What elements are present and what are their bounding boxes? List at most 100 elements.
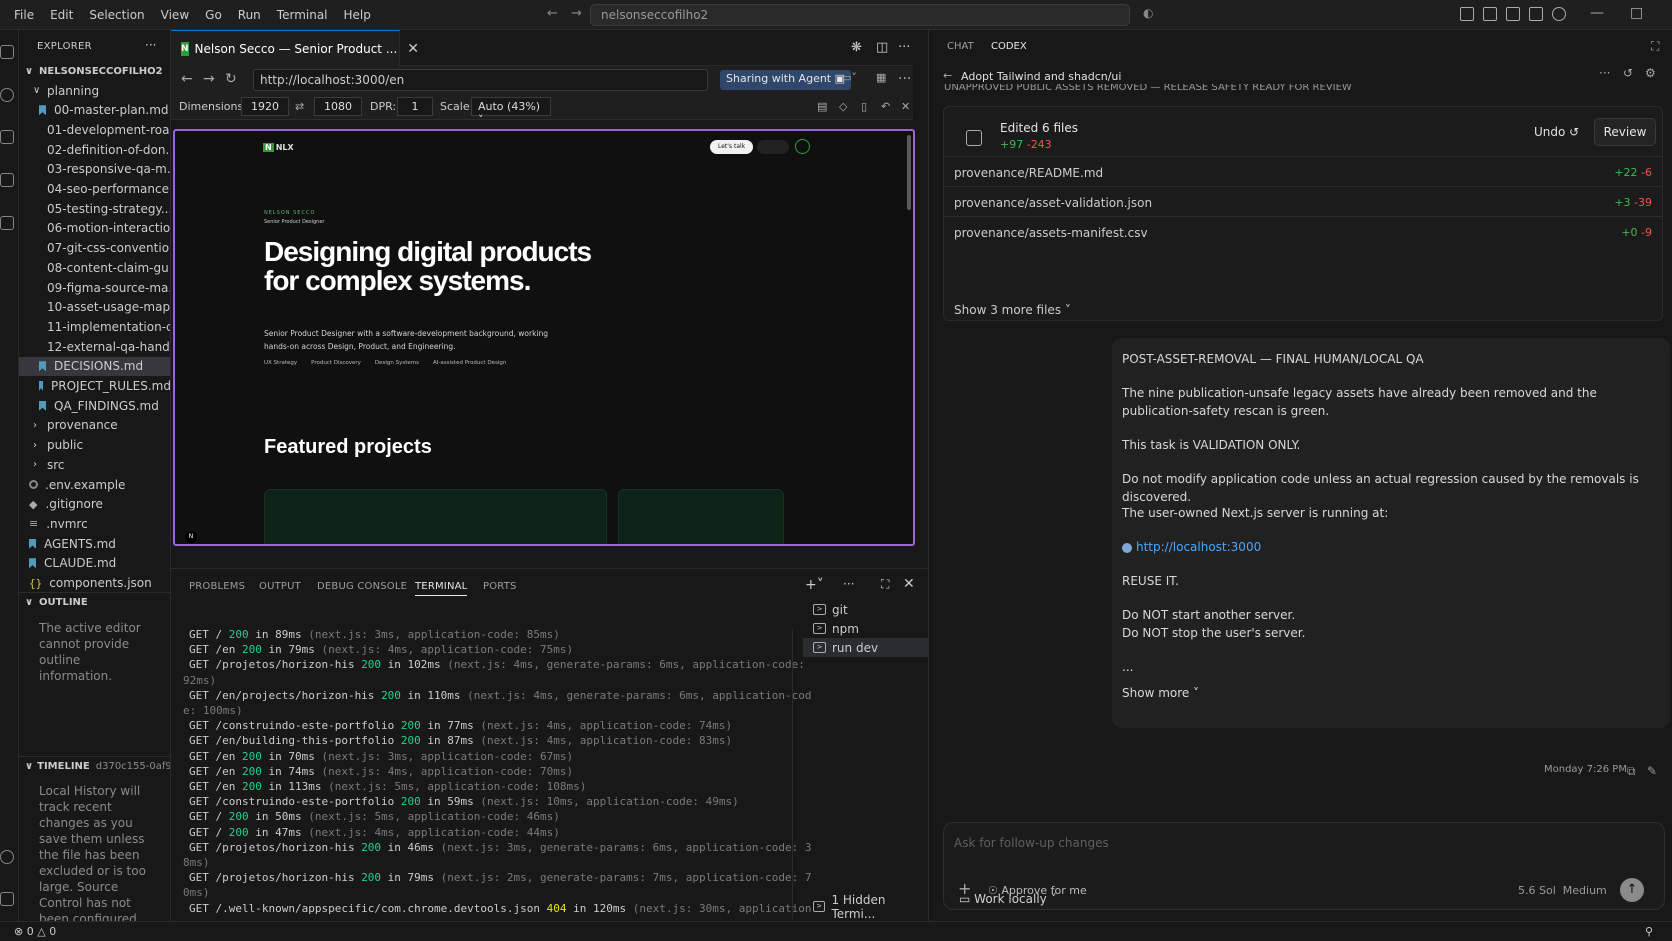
scale-select[interactable]: Auto (43%) ˅ <box>471 97 551 126</box>
edited-file-row[interactable]: provenance/assets-manifest.csv +0 -9 <box>944 216 1662 248</box>
terminal-output[interactable]: GET / 200 in 89ms (next.js: 3ms, applica… <box>183 627 812 916</box>
menu-terminal[interactable]: Terminal <box>269 8 336 22</box>
close-panel-icon[interactable]: ✕ <box>903 576 915 592</box>
tree-file[interactable]: ◆ .gitignore <box>19 495 170 514</box>
back-arrow-icon[interactable]: ← <box>547 6 558 21</box>
terminal-item-npm[interactable]: > npm <box>803 619 928 638</box>
tree-file[interactable]: 10-asset-usage-map.... <box>19 298 170 317</box>
menu-selection[interactable]: Selection <box>81 8 152 22</box>
tab-codex[interactable]: CODEX <box>991 41 1027 52</box>
follow-up-input[interactable] <box>954 833 1554 853</box>
lets-talk-button[interactable]: Let's talk <box>710 140 754 154</box>
tree-file[interactable]: 07-git-css-conventio... <box>19 239 170 258</box>
tree-file[interactable]: QA_FINDINGS.md <box>19 396 170 415</box>
tree-file[interactable]: 00-master-plan.md <box>19 101 170 120</box>
width-input[interactable]: 1920 <box>241 97 289 116</box>
more-actions-icon[interactable]: ··· <box>145 38 156 52</box>
back-icon[interactable]: ← <box>181 71 193 87</box>
edit-icon[interactable]: ✎ <box>1647 764 1657 778</box>
account-icon[interactable] <box>0 850 14 864</box>
localhost-link[interactable]: http://localhost:3000 <box>1136 540 1261 554</box>
sharing-with-agent-badge[interactable]: Sharing with Agent ▣ <box>720 70 852 90</box>
toggle-panel-icon[interactable] <box>1506 7 1520 21</box>
tab-terminal[interactable]: TERMINAL <box>415 581 468 596</box>
explorer-icon[interactable] <box>0 45 14 59</box>
height-input[interactable]: 1080 <box>314 97 362 116</box>
more-actions-icon[interactable]: ··· <box>898 71 911 87</box>
tree-file[interactable]: PROJECT_RULES.md <box>19 377 170 396</box>
outline-section[interactable]: ∨ OUTLINE <box>19 592 170 611</box>
terminal-item-git[interactable]: > git <box>803 600 928 619</box>
manage-gear-icon[interactable] <box>0 892 14 906</box>
expand-icon[interactable]: ⛶ <box>1651 39 1659 54</box>
split-editor-icon[interactable]: ◫ <box>876 40 888 55</box>
site-logo[interactable]: N NLX <box>263 143 294 152</box>
reload-icon[interactable]: ↻ <box>225 71 237 87</box>
language-toggle[interactable] <box>757 140 789 154</box>
source-control-icon[interactable] <box>0 130 14 144</box>
tree-file[interactable]: 09-figma-source-ma... <box>19 278 170 297</box>
maximize-panel-icon[interactable]: ⛶ <box>881 577 889 592</box>
tree-file[interactable]: 05-testing-strategy.... <box>19 199 170 218</box>
more-actions-icon[interactable]: ··· <box>843 577 854 591</box>
model-selector[interactable]: 5.6 Sol Medium <box>1518 884 1607 897</box>
run-debug-icon[interactable] <box>0 173 14 187</box>
tree-file[interactable]: 06-motion-interactio... <box>19 219 170 238</box>
tree-file[interactable]: 11-implementation-c... <box>19 317 170 336</box>
tree-file[interactable]: {} components.json <box>19 574 170 593</box>
globe-icon[interactable] <box>1552 7 1566 21</box>
tab-problems[interactable]: PROBLEMS <box>189 581 245 592</box>
tree-file[interactable]: CLAUDE.md <box>19 554 170 573</box>
tab-chat[interactable]: CHAT <box>947 41 974 52</box>
devtools-icon[interactable]: ▦ <box>876 71 886 84</box>
more-actions-icon[interactable]: ··· <box>1599 66 1610 80</box>
tree-file[interactable]: 08-content-claim-gu... <box>19 258 170 277</box>
nextjs-indicator-icon[interactable]: N <box>185 531 197 543</box>
toggle-sidebar-icon[interactable] <box>1483 7 1497 21</box>
tag-icon[interactable]: ◇ <box>839 100 847 113</box>
tree-file[interactable]: 03-responsive-qa-m... <box>19 160 170 179</box>
cast-icon[interactable]: ▭˅ <box>841 71 857 84</box>
maximize-icon[interactable]: □ <box>1630 5 1643 21</box>
notifications-icon[interactable]: ⚲ <box>1645 925 1653 938</box>
project-card[interactable] <box>264 489 607 544</box>
tab-ports[interactable]: PORTS <box>483 581 517 592</box>
undo-button[interactable]: Undo ↺ <box>1534 125 1579 139</box>
close-tab-icon[interactable]: ✕ <box>407 41 419 57</box>
command-center-search[interactable]: nelsonseccofilho2 <box>590 4 1130 26</box>
url-input[interactable]: http://localhost:3000/en <box>253 69 708 91</box>
tree-folder[interactable]: › public <box>19 436 170 455</box>
forward-icon[interactable]: → <box>203 71 215 87</box>
tree-file[interactable]: ≡ .nvmrc <box>19 514 170 533</box>
dpr-input[interactable]: 1 <box>397 97 433 116</box>
browser-preview[interactable]: N NLX Let's talk NELSON SECCO Senior Prod… <box>173 129 915 546</box>
menu-go[interactable]: Go <box>197 8 230 22</box>
extensions-icon[interactable] <box>0 216 14 230</box>
swap-dimensions-icon[interactable]: ⇄ <box>295 100 304 113</box>
tab-output[interactable]: OUTPUT <box>259 581 301 592</box>
tab-debug-console[interactable]: DEBUG CONSOLE <box>317 581 407 592</box>
copy-icon[interactable]: ⧉ <box>1627 764 1636 779</box>
tree-folder[interactable]: › src <box>19 455 170 474</box>
close-toolbar-icon[interactable]: ✕ <box>901 100 910 113</box>
show-more-files-button[interactable]: Show 3 more files ˅ <box>954 303 1071 317</box>
menu-help[interactable]: Help <box>336 8 379 22</box>
toggle-secondary-sidebar-icon[interactable] <box>1529 7 1543 21</box>
history-icon[interactable]: ↺ <box>1623 66 1633 80</box>
settings-gear-icon[interactable]: ⚙ <box>1645 66 1656 80</box>
more-actions-icon[interactable]: ··· <box>898 40 910 55</box>
search-icon[interactable] <box>0 88 14 102</box>
menu-run[interactable]: Run <box>230 8 269 22</box>
tree-file[interactable]: DECISIONS.md <box>19 356 170 376</box>
project-card[interactable] <box>618 489 784 544</box>
tree-folder[interactable]: › provenance <box>19 416 170 435</box>
show-more-button[interactable]: Show more ˅ <box>1122 684 1652 702</box>
device-icon[interactable]: ▯ <box>861 100 867 113</box>
agent-icon[interactable]: ❋ <box>851 40 862 55</box>
rotate-icon[interactable]: ↶ <box>881 100 890 113</box>
terminal-item-run-dev[interactable]: > run dev <box>803 638 928 657</box>
new-terminal-icon[interactable]: +˅ <box>805 577 824 593</box>
back-arrow-icon[interactable]: ← <box>943 69 952 82</box>
menu-file[interactable]: File <box>6 8 42 22</box>
tree-file[interactable]: 12-external-qa-hand... <box>19 337 170 356</box>
